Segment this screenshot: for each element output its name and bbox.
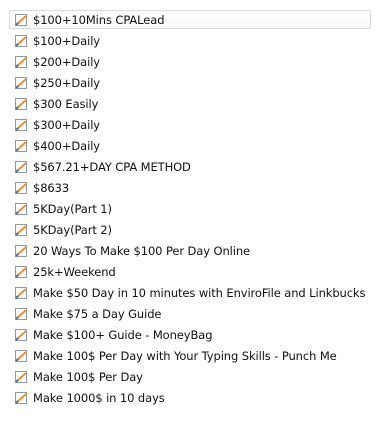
list-item-label: 5KDay(Part 1) bbox=[33, 202, 112, 216]
document-icon bbox=[15, 119, 27, 131]
list-item[interactable]: Make $50 Day in 10 minutes with EnviroFi… bbox=[0, 283, 375, 304]
document-icon bbox=[15, 350, 27, 362]
document-icon bbox=[15, 266, 27, 278]
list-item[interactable]: 5KDay(Part 1) bbox=[0, 199, 375, 220]
document-icon bbox=[15, 329, 27, 341]
list-item-label: $250+Daily bbox=[33, 76, 101, 90]
list-item[interactable]: Make $75 a Day Guide bbox=[0, 304, 375, 325]
list-item[interactable]: Make 1000$ in 10 days bbox=[0, 388, 375, 409]
list-item-label: 25k+Weekend bbox=[33, 265, 116, 279]
list-item-label: Make $100+ Guide - MoneyBag bbox=[33, 328, 213, 342]
document-icon bbox=[15, 98, 27, 110]
list-item-label: $200+Daily bbox=[33, 55, 101, 69]
list-item-label: $567.21+DAY CPA METHOD bbox=[33, 160, 191, 174]
list-item-label: $100+10Mins CPALead bbox=[33, 13, 165, 27]
list-item[interactable]: $250+Daily bbox=[0, 73, 375, 94]
list-item[interactable]: Make 100$ Per Day with Your Typing Skill… bbox=[0, 346, 375, 367]
list-item[interactable]: $400+Daily bbox=[0, 136, 375, 157]
document-icon bbox=[15, 371, 27, 383]
list-item[interactable]: 25k+Weekend bbox=[0, 262, 375, 283]
list-item[interactable]: $100+10Mins CPALead bbox=[0, 10, 375, 31]
list-item[interactable]: 20 Ways To Make $100 Per Day Online bbox=[0, 241, 375, 262]
list-item[interactable]: $8633 bbox=[0, 178, 375, 199]
document-icon bbox=[15, 161, 27, 173]
document-icon bbox=[15, 224, 27, 236]
list-item-label: $300 Easily bbox=[33, 97, 99, 111]
file-list: $100+10Mins CPALead $100+Daily $200+Dail… bbox=[0, 0, 375, 409]
list-item[interactable]: Make 100$ Per Day bbox=[0, 367, 375, 388]
list-item[interactable]: $200+Daily bbox=[0, 52, 375, 73]
document-icon bbox=[15, 245, 27, 257]
list-item-label: Make $50 Day in 10 minutes with EnviroFi… bbox=[33, 286, 366, 300]
document-icon bbox=[15, 35, 27, 47]
document-icon bbox=[15, 287, 27, 299]
list-item[interactable]: 5KDay(Part 2) bbox=[0, 220, 375, 241]
document-icon bbox=[15, 203, 27, 215]
list-item-label: 5KDay(Part 2) bbox=[33, 223, 112, 237]
document-icon bbox=[15, 77, 27, 89]
document-icon bbox=[15, 140, 27, 152]
list-item-label: $300+Daily bbox=[33, 118, 101, 132]
list-item-label: $8633 bbox=[33, 181, 70, 195]
list-item[interactable]: $567.21+DAY CPA METHOD bbox=[0, 157, 375, 178]
document-icon bbox=[15, 14, 27, 26]
list-item-label: Make $75 a Day Guide bbox=[33, 307, 162, 321]
list-item-label: Make 100$ Per Day with Your Typing Skill… bbox=[33, 349, 337, 363]
list-item-label: Make 100$ Per Day bbox=[33, 370, 143, 384]
list-item-label: 20 Ways To Make $100 Per Day Online bbox=[33, 244, 250, 258]
list-item-label: $100+Daily bbox=[33, 34, 101, 48]
list-item[interactable]: $300+Daily bbox=[0, 115, 375, 136]
list-item[interactable]: $100+Daily bbox=[0, 31, 375, 52]
document-icon bbox=[15, 56, 27, 68]
document-icon bbox=[15, 308, 27, 320]
list-item-label: $400+Daily bbox=[33, 139, 101, 153]
list-item-label: Make 1000$ in 10 days bbox=[33, 391, 165, 405]
document-icon bbox=[15, 182, 27, 194]
list-item[interactable]: $300 Easily bbox=[0, 94, 375, 115]
document-icon bbox=[15, 392, 27, 404]
list-item[interactable]: Make $100+ Guide - MoneyBag bbox=[0, 325, 375, 346]
